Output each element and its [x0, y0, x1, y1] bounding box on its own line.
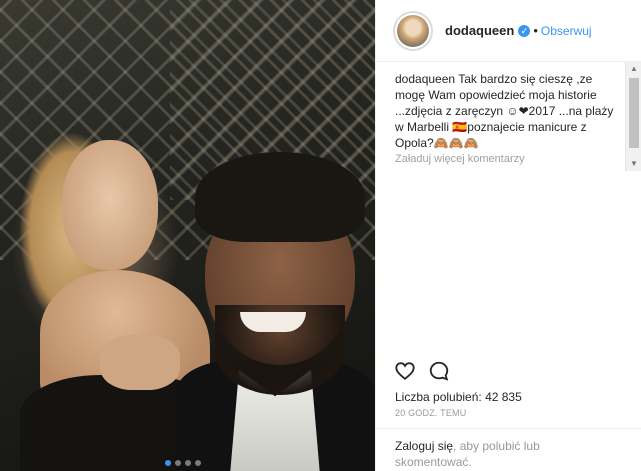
comment-icon[interactable]: [428, 360, 450, 382]
likes-label: Liczba polubień:: [395, 390, 482, 404]
login-link[interactable]: Zaloguj się: [395, 439, 453, 453]
man-smile: [240, 312, 306, 332]
follow-button[interactable]: Obserwuj: [541, 24, 592, 38]
carousel-dot: [175, 460, 181, 466]
post-photo[interactable]: [0, 0, 375, 471]
heart-icon[interactable]: [394, 360, 416, 382]
post-side-panel: dodaqueen ✓ • Obserwuj dodaqueen Tak bar…: [375, 0, 641, 471]
carousel-indicator: [165, 460, 201, 466]
timestamp[interactable]: 20 GODZ. TEMU: [395, 408, 466, 418]
caption-username[interactable]: dodaqueen: [395, 72, 455, 86]
scroll-down-icon[interactable]: ▼: [626, 157, 641, 171]
username[interactable]: dodaqueen: [445, 23, 514, 38]
scrollbar[interactable]: ▲ ▼: [625, 62, 641, 171]
verified-badge-icon: ✓: [518, 24, 531, 37]
carousel-dot: [195, 460, 201, 466]
carousel-dot: [165, 460, 171, 466]
action-bar: [394, 360, 450, 382]
woman-face: [62, 140, 158, 270]
avatar-image: [397, 14, 429, 47]
scroll-thumb[interactable]: [629, 78, 639, 148]
post-header: dodaqueen ✓ • Obserwuj: [376, 0, 641, 62]
carousel-dot: [185, 460, 191, 466]
load-more-comments[interactable]: Załaduj więcej komentarzy: [395, 153, 525, 165]
separator: •: [533, 23, 538, 38]
scroll-up-icon[interactable]: ▲: [626, 62, 641, 76]
woman-hand: [100, 335, 180, 390]
man-hair: [195, 152, 365, 242]
likes-number: 42 835: [485, 390, 522, 404]
login-prompt: Zaloguj się, aby polubić lub skomentować…: [395, 438, 595, 470]
divider: [376, 428, 641, 429]
likes-count[interactable]: Liczba polubień: 42 835: [395, 390, 522, 404]
avatar[interactable]: [393, 10, 433, 51]
